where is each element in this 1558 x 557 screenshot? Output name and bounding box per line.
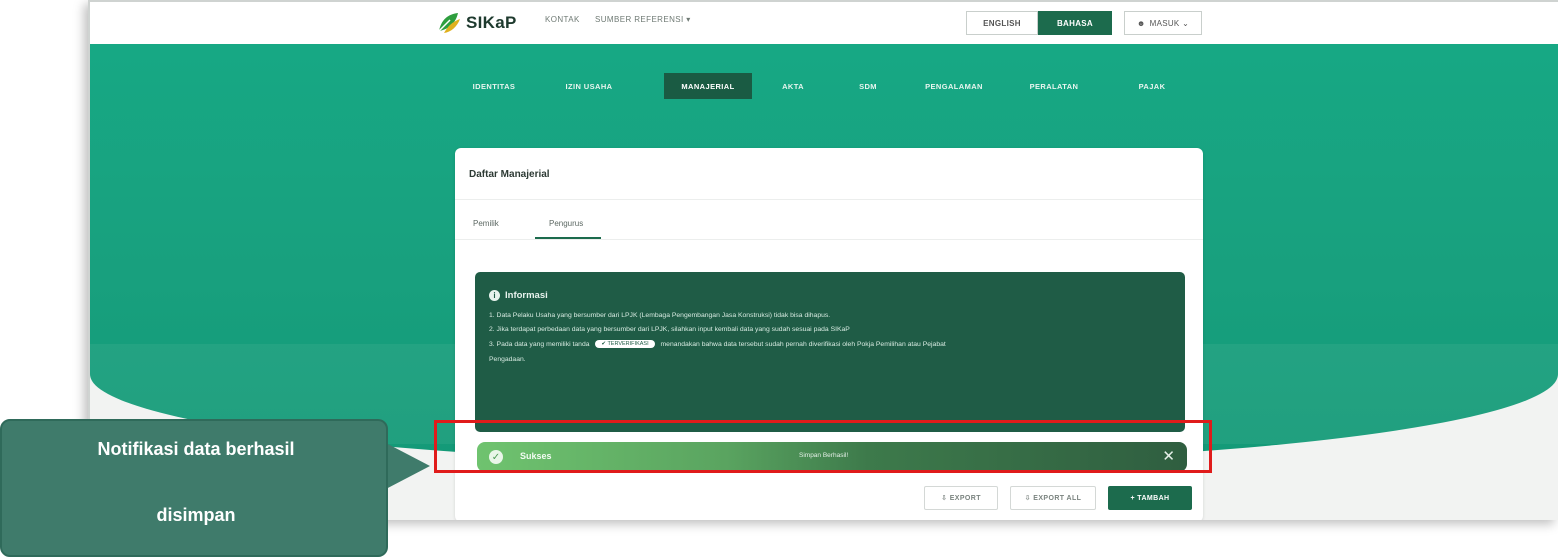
tutorial-screen: SIKaP KONTAK SUMBER REFERENSI ▾ ENGLISH …: [0, 0, 1558, 557]
subtab-pengurus[interactable]: Pengurus: [549, 219, 583, 228]
info-line-3-end: menandakan bahwa data tersebut sudah per…: [660, 340, 946, 348]
info-heading: i Informasi: [489, 290, 548, 301]
subtab-pemilik[interactable]: Pemilik: [473, 219, 499, 228]
top-bar: SIKaP KONTAK SUMBER REFERENSI ▾ ENGLISH …: [90, 2, 1558, 44]
info-line-3: 3. Pada data yang memiliki tanda ✔ TERVE…: [489, 340, 946, 348]
info-panel: i Informasi 1. Data Pelaku Usaha yang be…: [475, 272, 1185, 432]
lang-bahasa-button[interactable]: BAHASA: [1038, 11, 1112, 35]
logo-text: SIKaP: [466, 13, 517, 32]
callout-line-1: Notifikasi data berhasil: [97, 439, 295, 459]
info-icon: i: [489, 290, 500, 301]
tab-peralatan[interactable]: PERALATAN: [1018, 73, 1090, 99]
nav-link-sumber-referensi[interactable]: SUMBER REFERENSI ▾: [595, 15, 691, 24]
info-line-4: Pengadaan.: [489, 356, 526, 363]
tabs-divider: [455, 239, 1203, 240]
tab-akta[interactable]: AKTA: [773, 73, 813, 99]
info-heading-text: Informasi: [505, 290, 548, 301]
tab-identitas[interactable]: IDENTITAS: [462, 73, 526, 99]
nav-link-kontak[interactable]: KONTAK: [545, 15, 580, 24]
tambah-button[interactable]: + TAMBAH: [1108, 486, 1192, 510]
callout-box: Notifikasi data berhasil disimpan: [0, 419, 388, 557]
user-icon: ☻: [1136, 18, 1146, 28]
callout-pointer: [384, 442, 430, 490]
notification-highlight-box: [434, 420, 1212, 473]
tab-pajak[interactable]: PAJAK: [1130, 73, 1174, 99]
logo-leaf-icon: [436, 10, 462, 36]
tab-pengalaman[interactable]: PENGALAMAN: [918, 73, 990, 99]
login-button[interactable]: ☻ MASUK ⌄: [1124, 11, 1202, 35]
lang-english-button[interactable]: ENGLISH: [966, 11, 1038, 35]
card-title: Daftar Manajerial: [469, 169, 550, 180]
app-logo[interactable]: SIKaP: [436, 10, 517, 36]
tab-izin-usaha[interactable]: IZIN USAHA: [555, 73, 623, 99]
info-line-1: 1. Data Pelaku Usaha yang bersumber dari…: [489, 312, 831, 319]
info-line-3-start: 3. Pada data yang memiliki tanda: [489, 340, 590, 348]
tab-manajerial[interactable]: MANAJERIAL: [664, 73, 752, 99]
login-label: MASUK ⌄: [1149, 18, 1190, 28]
export-all-button[interactable]: ⇩ EXPORT ALL: [1010, 486, 1096, 510]
export-button[interactable]: ⇩ EXPORT: [924, 486, 998, 510]
callout-line-2: disimpan: [156, 505, 236, 525]
verified-badge: ✔ TERVERIFIKASI: [595, 340, 655, 348]
info-line-2: 2. Jika terdapat perbedaan data yang ber…: [489, 326, 850, 333]
card-divider: [455, 199, 1203, 200]
tab-sdm[interactable]: SDM: [848, 73, 888, 99]
